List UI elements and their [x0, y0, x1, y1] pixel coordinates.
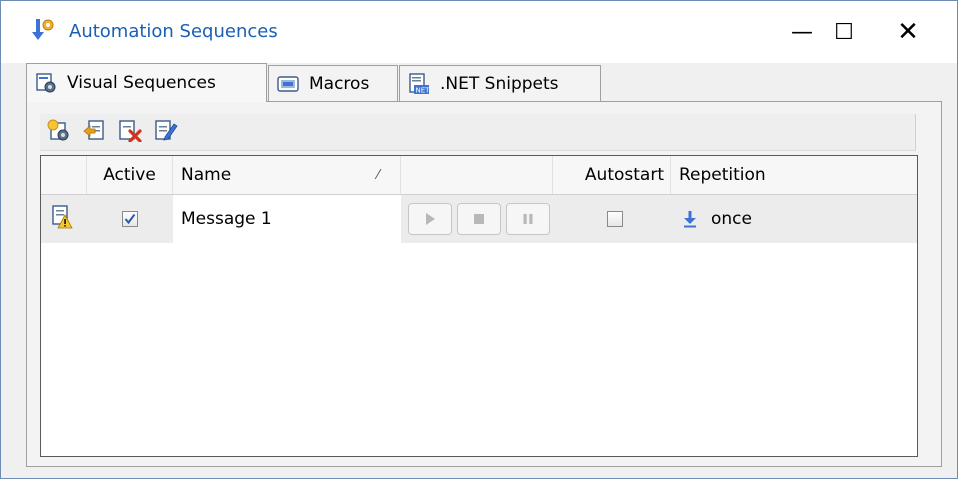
repetition-value: once	[711, 209, 752, 229]
row-name-cell[interactable]: Message 1	[173, 195, 401, 243]
row-status-cell	[51, 195, 81, 243]
row-controls-cell	[401, 195, 553, 243]
row-active-cell	[87, 195, 173, 243]
sequence-name: Message 1	[181, 209, 272, 229]
tab-label: Macros	[309, 73, 370, 94]
new-sequence-button[interactable]	[44, 118, 72, 146]
tab-label: Visual Sequences	[67, 73, 216, 93]
row-autostart-cell	[553, 195, 671, 243]
tab-label: .NET Snippets	[440, 73, 559, 94]
automation-sequences-window: Automation Sequences — ☐ ✕ Visual Sequen…	[0, 0, 958, 479]
automation-gear-icon	[30, 17, 56, 43]
tab-macros[interactable]: Macros	[268, 65, 398, 101]
column-header-autostart[interactable]: Autostart	[553, 156, 671, 194]
import-sequence-icon	[82, 118, 106, 146]
macros-icon	[277, 73, 299, 95]
maximize-icon: ☐	[834, 19, 854, 45]
table-row[interactable]: Message 1 once	[41, 195, 917, 243]
row-repetition-cell[interactable]: once	[671, 195, 917, 243]
close-button[interactable]: ✕	[887, 11, 929, 53]
delete-sequence-icon	[118, 118, 142, 146]
maximize-button[interactable]: ☐	[823, 11, 865, 53]
visual-sequences-panel: Active Name ⁄ Autostart Repetition Messa…	[26, 101, 942, 467]
column-header-name[interactable]: Name ⁄	[173, 156, 401, 194]
minimize-button[interactable]: —	[781, 11, 823, 53]
sequences-grid: Active Name ⁄ Autostart Repetition Messa…	[40, 155, 918, 457]
sort-indicator-icon: ⁄	[377, 167, 380, 183]
play-button[interactable]	[408, 203, 452, 235]
active-checkbox[interactable]	[122, 211, 138, 227]
pause-icon	[523, 214, 533, 224]
svg-text:NET: NET	[416, 86, 431, 94]
edit-sequence-icon	[154, 118, 178, 146]
arrow-down-icon	[683, 210, 697, 228]
tab-visual-sequences[interactable]: Visual Sequences	[26, 63, 267, 102]
net-snippets-icon: NET	[408, 72, 431, 95]
sequence-warning-icon	[51, 204, 73, 234]
play-icon	[426, 213, 435, 225]
stop-button[interactable]	[457, 203, 501, 235]
close-icon: ✕	[897, 17, 919, 47]
new-sequence-icon	[46, 118, 70, 146]
column-header-repetition[interactable]: Repetition	[671, 156, 917, 194]
edit-sequence-button[interactable]	[152, 118, 180, 146]
import-sequence-button[interactable]	[80, 118, 108, 146]
sequence-toolbar	[40, 114, 916, 151]
window-title: Automation Sequences	[69, 21, 278, 42]
column-header-active[interactable]: Active	[87, 156, 173, 194]
title-bar: Automation Sequences — ☐ ✕	[1, 1, 957, 63]
column-header-controls	[401, 156, 553, 194]
autostart-checkbox[interactable]	[607, 211, 623, 227]
stop-icon	[474, 214, 484, 224]
column-header-status	[41, 156, 87, 194]
visual-sequences-icon	[35, 72, 57, 94]
pause-button[interactable]	[506, 203, 550, 235]
tab-net-snippets[interactable]: NET .NET Snippets	[399, 65, 601, 101]
delete-sequence-button[interactable]	[116, 118, 144, 146]
grid-header: Active Name ⁄ Autostart Repetition	[41, 156, 917, 195]
checkmark-icon	[124, 213, 136, 225]
minimize-icon: —	[791, 19, 813, 45]
